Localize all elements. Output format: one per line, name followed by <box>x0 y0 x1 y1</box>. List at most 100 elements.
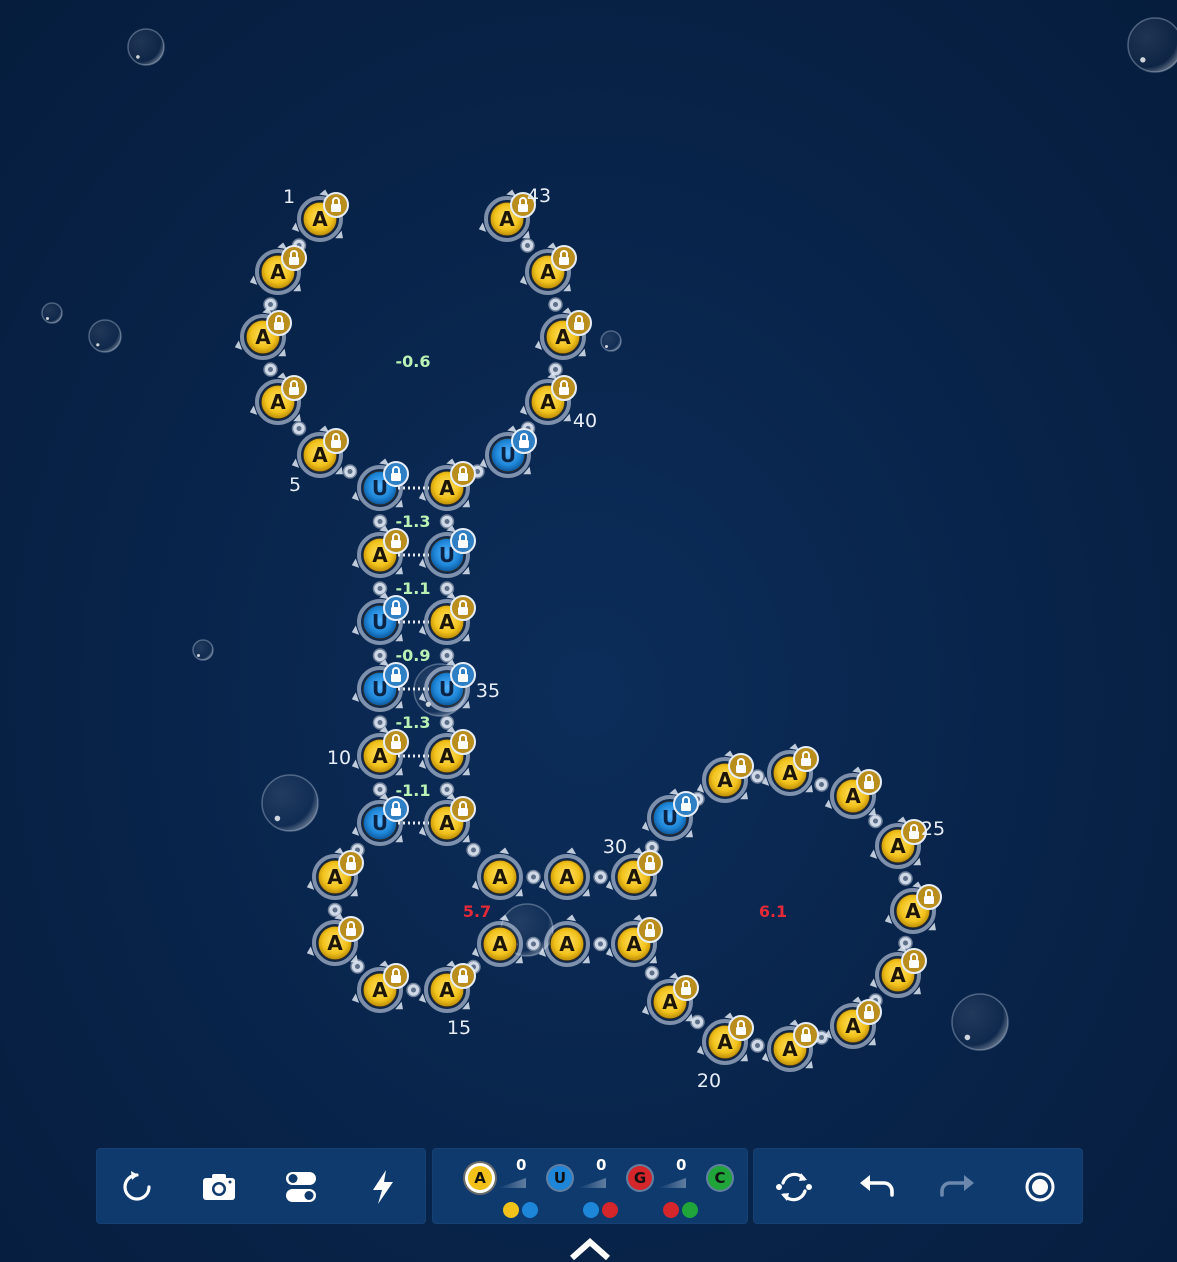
nucleotide-27[interactable]: A <box>761 743 819 796</box>
nucleotide-13[interactable]: A <box>306 913 364 966</box>
nucleotide-11[interactable]: U <box>351 793 409 846</box>
nucleotide-32[interactable]: A <box>471 847 523 900</box>
nucleotide-33[interactable]: A <box>418 793 476 846</box>
nucleotide-20[interactable]: A <box>696 1012 754 1065</box>
nucleotide-18[interactable]: A <box>605 914 663 967</box>
nucleotide-4[interactable]: A <box>249 372 307 425</box>
nucleotide-38[interactable]: A <box>418 458 476 511</box>
bubble <box>1127 17 1177 73</box>
index-label: 25 <box>921 818 945 840</box>
energy-label: -1.1 <box>396 781 431 800</box>
energy-label: -0.6 <box>396 352 431 371</box>
lock-icon <box>383 595 409 621</box>
nucleotide-9[interactable]: U <box>351 659 409 712</box>
bubble <box>261 774 319 832</box>
index-label: 10 <box>327 747 351 769</box>
lock-icon <box>728 1015 754 1041</box>
boost-button[interactable] <box>362 1166 404 1208</box>
backbone-link <box>548 297 563 312</box>
lock-icon <box>793 1022 819 1048</box>
nucleotide-21[interactable]: A <box>761 1019 819 1072</box>
lock-icon <box>856 999 882 1025</box>
backbone-link <box>750 1038 765 1053</box>
nucleotide-22[interactable]: A <box>824 996 882 1049</box>
nucleotide-41[interactable]: A <box>534 307 592 360</box>
target-button[interactable] <box>1019 1166 1061 1208</box>
nucleotide-15[interactable]: A <box>418 960 476 1013</box>
lock-icon <box>916 884 942 910</box>
pair-count: 0 <box>596 1156 607 1174</box>
nucleotide-8[interactable]: U <box>351 592 409 645</box>
energy-label: -1.3 <box>396 713 431 732</box>
lock-icon <box>551 245 577 271</box>
lock-icon <box>338 850 364 876</box>
lock-icon <box>673 975 699 1001</box>
pair-count: 0 <box>516 1156 527 1174</box>
energy-label: -1.1 <box>396 579 431 598</box>
nucleotide-40[interactable]: A <box>519 372 577 425</box>
palette-base-c[interactable]: C <box>708 1166 732 1190</box>
pair-dot <box>583 1202 599 1218</box>
pair-dot <box>503 1202 519 1218</box>
nucleotide-39[interactable]: U <box>479 425 537 478</box>
palette-u[interactable]: U0 <box>526 1156 618 1220</box>
energy-label: -1.3 <box>396 512 431 531</box>
lock-icon <box>383 461 409 487</box>
palette-base-g[interactable]: G <box>628 1166 652 1190</box>
nucleotide-letter: A <box>559 932 575 956</box>
lock-icon <box>856 769 882 795</box>
nucleotide-24[interactable]: A <box>884 881 942 934</box>
swap-icon <box>776 1172 812 1202</box>
reset-button[interactable] <box>116 1166 158 1208</box>
backbone-link <box>526 936 541 952</box>
lock-icon <box>728 753 754 779</box>
nucleotide-6[interactable]: U <box>351 458 409 511</box>
nucleotide-29[interactable]: U <box>641 788 699 841</box>
lock-icon <box>551 375 577 401</box>
palette-g[interactable]: G0 <box>606 1156 698 1220</box>
nucleotide-36[interactable]: A <box>418 592 476 645</box>
palette-base-u[interactable]: U <box>548 1166 572 1190</box>
backbone-link <box>868 813 883 829</box>
pair-strength-ramp <box>498 1178 526 1188</box>
undo-button[interactable] <box>855 1166 897 1208</box>
camera-icon <box>203 1174 235 1200</box>
palette-a[interactable]: A0 <box>446 1156 538 1220</box>
toolbar-left <box>96 1148 426 1224</box>
lock-icon <box>281 375 307 401</box>
backbone-link <box>520 238 535 253</box>
backbone-link <box>548 362 563 377</box>
nucleotide-23[interactable]: A <box>869 945 927 998</box>
palette-base-a[interactable]: A <box>468 1166 492 1190</box>
index-label: 1 <box>283 186 295 208</box>
nucleotide-19[interactable]: A <box>641 972 699 1025</box>
nucleotide-1[interactable]: A <box>291 189 349 242</box>
nucleotide-letter: A <box>492 932 508 956</box>
lock-icon <box>266 310 292 336</box>
settings-button[interactable] <box>280 1166 322 1208</box>
lock-icon <box>383 729 409 755</box>
expand-panel-chevron-icon[interactable] <box>568 1236 612 1260</box>
lock-icon <box>793 746 819 772</box>
nucleotide-layer[interactable]: AAAAAUAUUAUAAA AA A AAA AAAAAAAAUAAAAAUAUAUA… <box>234 189 942 1072</box>
nucleotide-37[interactable]: U <box>418 525 476 578</box>
nucleotide-31[interactable]: A <box>538 847 590 900</box>
screenshot-button[interactable] <box>198 1166 240 1208</box>
nucleotide-7[interactable]: A <box>351 525 409 578</box>
nucleotide-2[interactable]: A <box>249 242 307 295</box>
lock-icon <box>281 245 307 271</box>
nucleotide-letter: A <box>492 865 508 889</box>
nucleotide-34[interactable]: A <box>418 726 476 779</box>
lock-icon <box>450 963 476 989</box>
nucleotide-3[interactable]: A <box>234 307 292 360</box>
swap-button[interactable] <box>773 1166 815 1208</box>
puzzle-stage[interactable]: AAAAAUAUUAUAAA AA A AAA AAAAAAAAUAAAAAUAUAUA… <box>0 0 1177 1140</box>
redo-button[interactable] <box>937 1166 979 1208</box>
nucleotide-26[interactable]: A <box>824 766 882 819</box>
lock-icon <box>673 791 699 817</box>
nucleotide-12[interactable]: A <box>306 847 364 900</box>
backbone-link <box>690 1014 705 1030</box>
lock-icon <box>450 595 476 621</box>
nucleotide-28[interactable]: A <box>696 750 754 803</box>
nucleotide-10[interactable]: A <box>351 726 409 779</box>
